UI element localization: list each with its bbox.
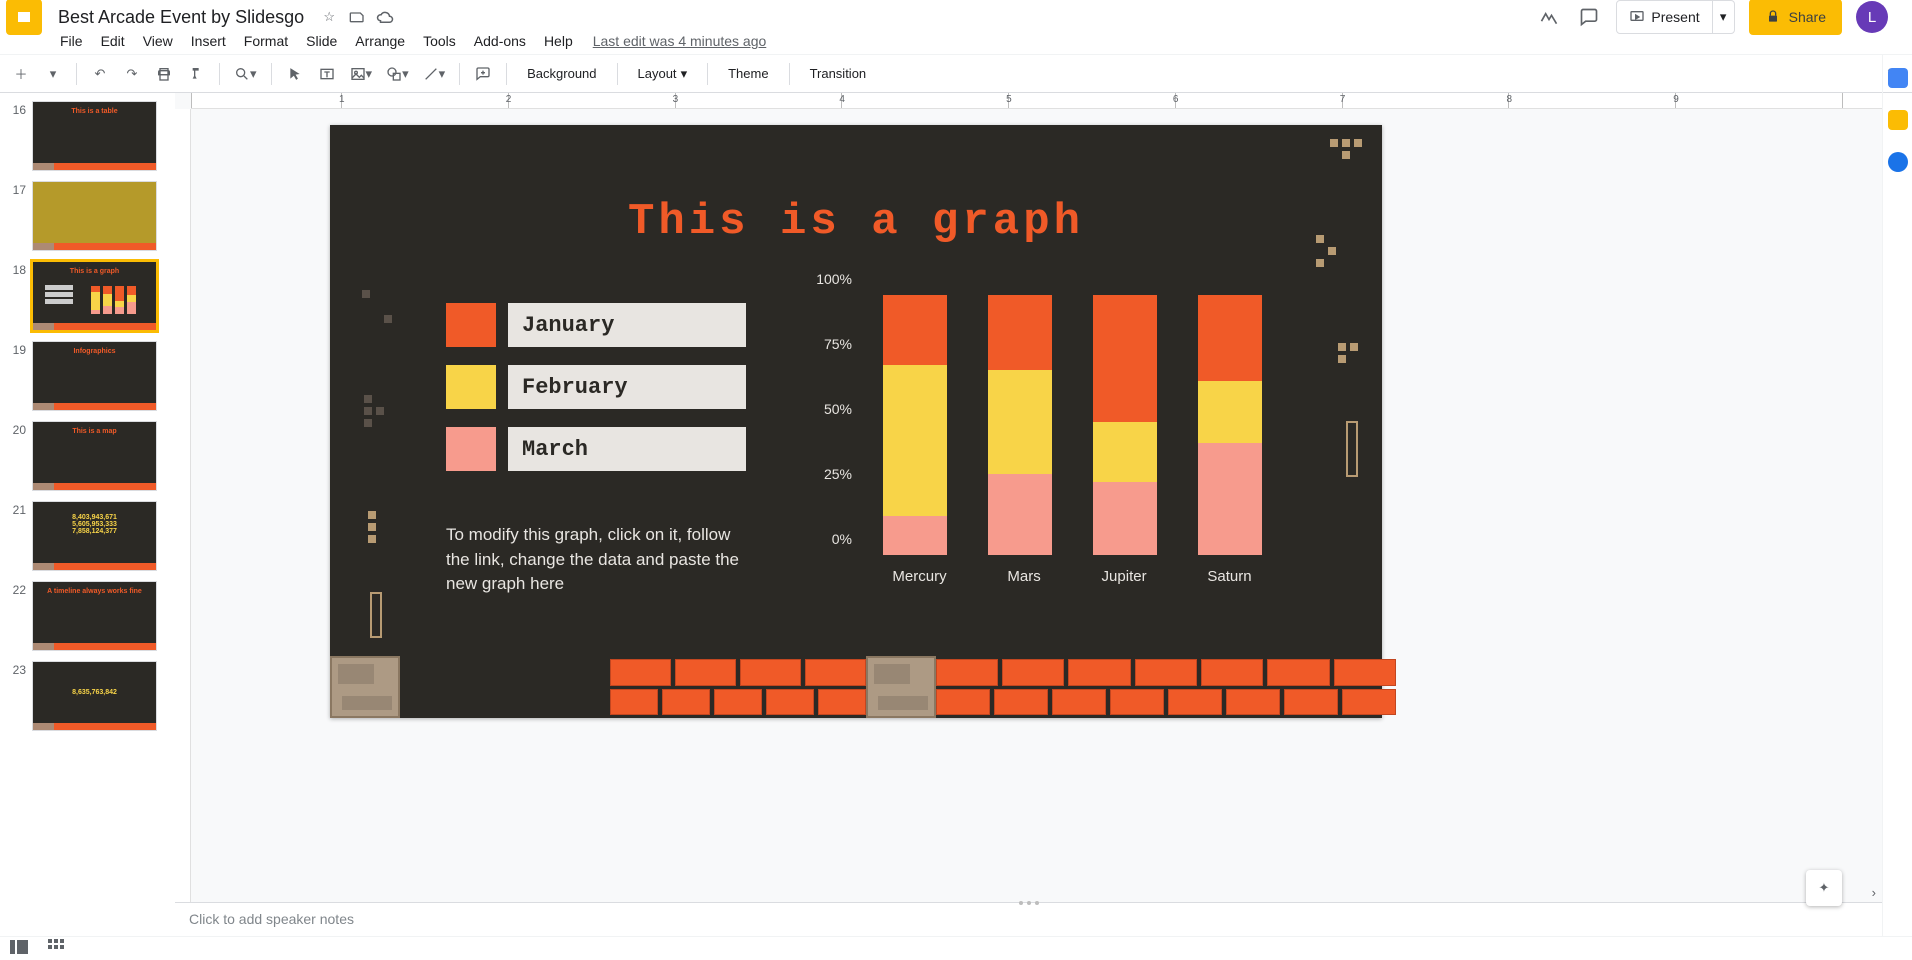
comments-icon[interactable] bbox=[1576, 4, 1602, 30]
bar-saturn bbox=[1198, 295, 1262, 555]
select-tool[interactable] bbox=[282, 61, 308, 87]
slide-canvas-area: 12 34 56 78 9 This is a graph January Fe… bbox=[175, 93, 1882, 936]
slide-body-text[interactable]: To modify this graph, click on it, follo… bbox=[446, 523, 746, 597]
activity-icon[interactable] bbox=[1536, 4, 1562, 30]
textbox-tool[interactable] bbox=[314, 61, 340, 87]
filmstrip-thumb-16[interactable]: 16This is a table bbox=[8, 101, 171, 171]
menu-format[interactable]: Format bbox=[236, 30, 296, 52]
x-label-jupiter: Jupiter bbox=[1102, 568, 1147, 585]
speaker-notes[interactable]: Click to add speaker notes bbox=[175, 902, 1882, 936]
slides-logo-icon[interactable] bbox=[6, 0, 42, 35]
calendar-addon-icon[interactable] bbox=[1888, 68, 1908, 88]
filmstrip-view-icon[interactable] bbox=[10, 940, 28, 957]
menu-slide[interactable]: Slide bbox=[298, 30, 345, 52]
side-panel-expand-icon[interactable]: › bbox=[1872, 885, 1876, 900]
theme-button[interactable]: Theme bbox=[718, 60, 778, 88]
legend-label-february: February bbox=[508, 365, 746, 409]
toolbar: ＋ ▾ ↶ ↷ ▾ ▾ ▾ ▾ Background Layout ▾ Them… bbox=[0, 54, 1912, 93]
filmstrip-thumb-22[interactable]: 22A timeline always works fine bbox=[8, 581, 171, 651]
shape-tool[interactable]: ▾ bbox=[382, 61, 413, 87]
keep-addon-icon[interactable] bbox=[1888, 110, 1908, 130]
title-bar: Best Arcade Event by Slidesgo ☆ Present … bbox=[0, 0, 1912, 28]
slide[interactable]: This is a graph January February March T… bbox=[330, 125, 1382, 718]
filmstrip-thumb-19[interactable]: 19Infographics bbox=[8, 341, 171, 411]
menu-file[interactable]: File bbox=[52, 30, 91, 52]
last-edit-link[interactable]: Last edit was 4 minutes ago bbox=[593, 33, 767, 49]
legend-label-march: March bbox=[508, 427, 746, 471]
filmstrip-thumb-23[interactable]: 238,635,763,842 bbox=[8, 661, 171, 731]
bottom-bar bbox=[0, 936, 1912, 960]
stacked-bar-chart[interactable]: 0%25%50%75%100% MercuryMarsJupiterSaturn bbox=[802, 295, 1292, 585]
bar-jupiter bbox=[1093, 295, 1157, 555]
x-label-mars: Mars bbox=[1007, 568, 1040, 585]
move-icon[interactable] bbox=[348, 8, 366, 26]
undo-button[interactable]: ↶ bbox=[87, 61, 113, 87]
share-label: Share bbox=[1789, 9, 1826, 25]
legend-item-february: February bbox=[446, 365, 746, 409]
legend-item-march: March bbox=[446, 427, 746, 471]
filmstrip-thumb-21[interactable]: 218,403,943,6715,605,953,3337,858,124,37… bbox=[8, 501, 171, 571]
share-button[interactable]: Share bbox=[1749, 0, 1842, 35]
filmstrip-thumb-18[interactable]: 18This is a graph bbox=[8, 261, 171, 331]
image-tool[interactable]: ▾ bbox=[346, 61, 377, 87]
redo-button[interactable]: ↷ bbox=[119, 61, 145, 87]
menu-arrange[interactable]: Arrange bbox=[347, 30, 413, 52]
x-label-saturn: Saturn bbox=[1207, 568, 1251, 585]
slide-ground-decoration bbox=[330, 656, 1396, 718]
menu-tools[interactable]: Tools bbox=[415, 30, 464, 52]
speaker-notes-placeholder: Click to add speaker notes bbox=[189, 911, 354, 927]
line-tool[interactable]: ▾ bbox=[419, 61, 450, 87]
menu-view[interactable]: View bbox=[135, 30, 181, 52]
x-label-mercury: Mercury bbox=[892, 568, 946, 585]
swatch-february bbox=[446, 365, 496, 409]
filmstrip[interactable]: 16This is a table 17 18This is a graph 19In… bbox=[0, 93, 175, 936]
present-button-group: Present ▾ bbox=[1616, 0, 1734, 34]
menu-help[interactable]: Help bbox=[536, 30, 581, 52]
grid-view-icon[interactable] bbox=[48, 939, 64, 958]
menu-insert[interactable]: Insert bbox=[183, 30, 234, 52]
background-button[interactable]: Background bbox=[517, 60, 606, 88]
zoom-button[interactable]: ▾ bbox=[230, 61, 261, 87]
layout-button[interactable]: Layout ▾ bbox=[628, 60, 698, 88]
side-panel bbox=[1882, 54, 1912, 960]
account-avatar[interactable]: L bbox=[1856, 1, 1888, 33]
legend-label-january: January bbox=[508, 303, 746, 347]
document-title[interactable]: Best Arcade Event by Slidesgo bbox=[52, 5, 310, 30]
print-button[interactable] bbox=[151, 61, 177, 87]
menu-edit[interactable]: Edit bbox=[93, 30, 133, 52]
swatch-march bbox=[446, 427, 496, 471]
header-actions: Present ▾ Share L bbox=[1536, 0, 1902, 35]
filmstrip-thumb-20[interactable]: 20This is a map bbox=[8, 421, 171, 491]
swatch-january bbox=[446, 303, 496, 347]
legend-item-january: January bbox=[446, 303, 746, 347]
paint-format-button[interactable] bbox=[183, 61, 209, 87]
horizontal-ruler: 12 34 56 78 9 bbox=[191, 93, 1882, 109]
vertical-ruler bbox=[175, 109, 191, 936]
bar-mercury bbox=[883, 295, 947, 555]
layout-label: Layout bbox=[638, 66, 677, 81]
bar-mars bbox=[988, 295, 1052, 555]
cloud-status-icon[interactable] bbox=[376, 8, 394, 26]
menu-addons[interactable]: Add-ons bbox=[466, 30, 534, 52]
speaker-notes-resize-handle[interactable] bbox=[1009, 898, 1049, 908]
present-label: Present bbox=[1651, 9, 1699, 25]
tasks-addon-icon[interactable] bbox=[1888, 152, 1908, 172]
new-slide-dropdown[interactable]: ▾ bbox=[40, 61, 66, 87]
comment-insert-button[interactable] bbox=[470, 61, 496, 87]
transition-button[interactable]: Transition bbox=[800, 60, 877, 88]
chart-legend[interactable]: January February March bbox=[446, 303, 746, 471]
star-icon[interactable]: ☆ bbox=[320, 8, 338, 26]
explore-button[interactable]: ✦ bbox=[1806, 870, 1842, 906]
present-options-dropdown[interactable]: ▾ bbox=[1712, 1, 1734, 33]
new-slide-button[interactable]: ＋ bbox=[8, 61, 34, 87]
slide-title[interactable]: This is a graph bbox=[330, 125, 1382, 247]
main-area: 16This is a table 17 18This is a graph 19In… bbox=[0, 93, 1882, 936]
filmstrip-thumb-17[interactable]: 17 bbox=[8, 181, 171, 251]
present-button[interactable]: Present bbox=[1617, 1, 1711, 33]
